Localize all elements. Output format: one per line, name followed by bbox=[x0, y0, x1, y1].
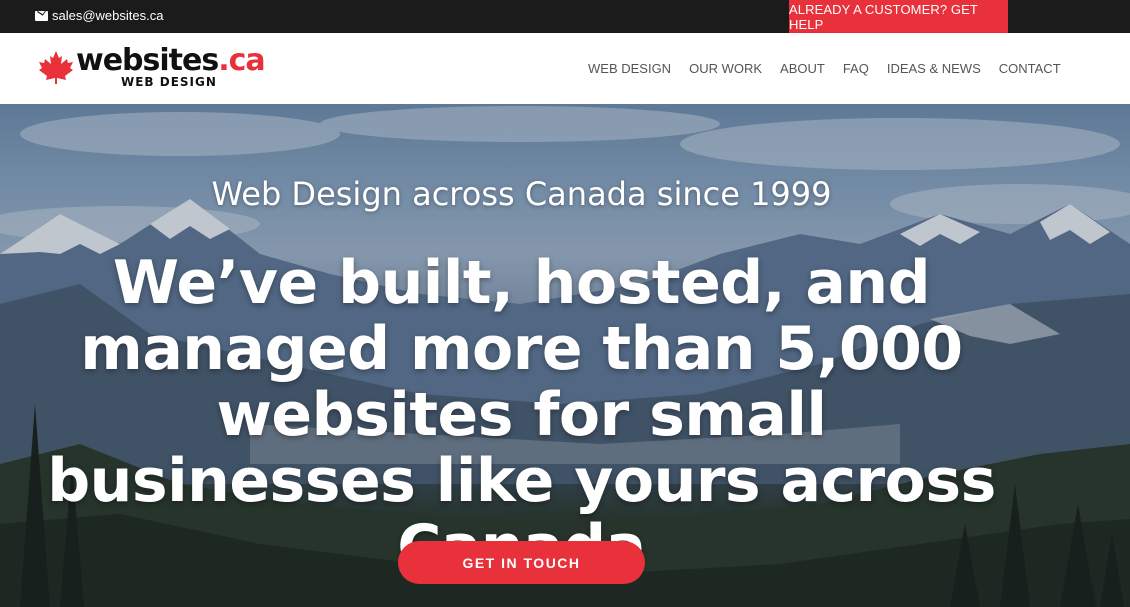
email-contact[interactable]: sales@websites.ca bbox=[35, 8, 163, 23]
site-logo[interactable]: websites.ca WEB DESIGN bbox=[38, 43, 266, 92]
customer-help-button[interactable]: ALREADY A CUSTOMER? GET HELP bbox=[789, 0, 1008, 33]
nav-faq[interactable]: FAQ bbox=[843, 61, 869, 76]
hero-section: Web Design across Canada since 1999 We’v… bbox=[0, 104, 1130, 607]
hero-headline: We’ve built, hosted, and managed more th… bbox=[47, 248, 996, 580]
envelope-icon bbox=[35, 10, 48, 21]
get-in-touch-button[interactable]: GET IN TOUCH bbox=[398, 541, 645, 584]
nav-about[interactable]: ABOUT bbox=[780, 61, 825, 76]
main-nav: WEB DESIGN OUR WORK ABOUT FAQ IDEAS & NE… bbox=[588, 61, 1061, 76]
nav-our-work[interactable]: OUR WORK bbox=[689, 61, 762, 76]
nav-ideas-news[interactable]: IDEAS & NEWS bbox=[887, 61, 981, 76]
hero-tagline: Web Design across Canada since 1999 bbox=[211, 175, 832, 213]
top-bar: sales@websites.ca ALREADY A CUSTOMER? GE… bbox=[0, 0, 1130, 33]
nav-contact[interactable]: CONTACT bbox=[999, 61, 1061, 76]
logo-name: websites bbox=[76, 43, 219, 78]
maple-leaf-icon bbox=[39, 51, 73, 84]
nav-web-design[interactable]: WEB DESIGN bbox=[588, 61, 671, 76]
email-address[interactable]: sales@websites.ca bbox=[52, 8, 163, 23]
site-header: websites.ca WEB DESIGN WEB DESIGN OUR WO… bbox=[0, 33, 1130, 104]
logo-subtitle: WEB DESIGN bbox=[121, 75, 217, 89]
logo-tld: .ca bbox=[218, 43, 265, 78]
